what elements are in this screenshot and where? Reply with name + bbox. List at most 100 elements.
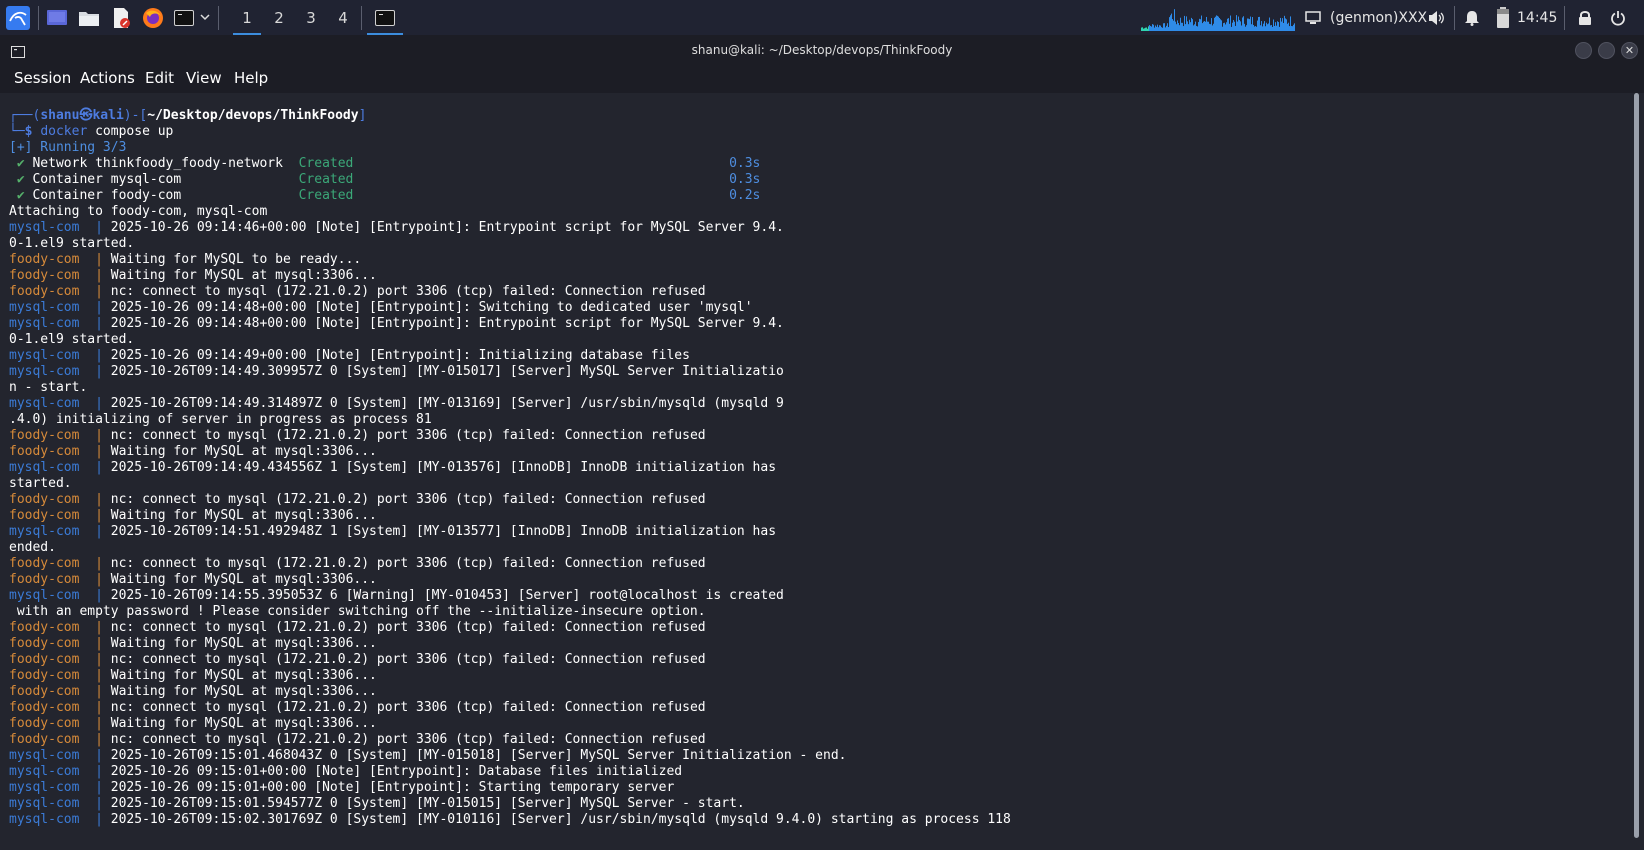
prompt-line-2: └─$ docker compose up xyxy=(9,124,1011,140)
net-activity-bar xyxy=(1264,21,1265,31)
log-separator: | xyxy=(79,652,111,667)
log-message: Waiting for MySQL at mysql:3306... xyxy=(110,636,377,651)
lock-icon[interactable] xyxy=(1578,0,1592,35)
log-message: Waiting for MySQL at mysql:3306... xyxy=(110,268,377,283)
workspace-2[interactable]: 2 xyxy=(265,0,293,35)
net-activity-bar xyxy=(1256,26,1257,31)
log-separator: | xyxy=(79,396,111,411)
net-activity-bar xyxy=(1162,27,1163,31)
log-service: mysql-com xyxy=(9,396,80,411)
net-activity-bar xyxy=(1283,22,1284,31)
menu-help[interactable]: Help xyxy=(234,69,268,87)
log-line: foody-com | Waiting for MySQL to be read… xyxy=(9,252,1011,268)
desktop-icon[interactable] xyxy=(44,4,70,31)
file-manager-icon[interactable] xyxy=(76,4,102,31)
genmon-label[interactable]: (genmon)XXX xyxy=(1330,0,1427,35)
window-titlebar[interactable]: shanu@kali: ~/Desktop/devops/ThinkFoody … xyxy=(0,35,1644,65)
minimize-button[interactable] xyxy=(1575,42,1592,59)
net-activity-bar xyxy=(1232,22,1233,31)
net-activity-bar xyxy=(1234,21,1235,31)
command-args: compose up xyxy=(87,124,174,139)
log-message: nc: connect to mysql (172.21.0.2) port 3… xyxy=(110,620,706,635)
net-activity-bar xyxy=(1211,18,1212,31)
menu-view[interactable]: View xyxy=(186,69,222,87)
log-separator: | xyxy=(79,796,111,811)
log-separator: | xyxy=(79,492,111,507)
terminal-task-icon[interactable] xyxy=(367,0,403,35)
net-activity-bar xyxy=(1252,17,1253,31)
log-separator: | xyxy=(79,780,111,795)
menu-session[interactable]: Session xyxy=(14,69,71,87)
net-activity-bar xyxy=(1228,18,1229,31)
log-separator: | xyxy=(79,252,111,267)
net-activity-bar xyxy=(1155,25,1156,31)
kali-menu-icon[interactable] xyxy=(4,4,32,31)
workspace-label: 4 xyxy=(338,8,348,27)
log-message: nc: connect to mysql (172.21.0.2) port 3… xyxy=(110,428,706,443)
terminal-scrollbar[interactable] xyxy=(1630,93,1644,850)
log-service: mysql-com xyxy=(9,764,80,779)
volume-icon[interactable] xyxy=(1427,0,1445,35)
terminal-output[interactable]: ┌──(shanu㉿kali)-[~/Desktop/devops/ThinkF… xyxy=(0,93,1630,850)
power-icon[interactable] xyxy=(1610,0,1626,35)
notification-bell-icon[interactable] xyxy=(1464,0,1480,35)
scrollbar-thumb[interactable] xyxy=(1634,93,1639,838)
workspace-4[interactable]: 4 xyxy=(329,0,357,35)
net-activity-bar xyxy=(1143,28,1144,31)
net-activity-bar xyxy=(1200,19,1201,31)
clock[interactable]: 14:45 xyxy=(1517,0,1557,35)
display-icon[interactable] xyxy=(1305,0,1321,35)
log-line: foody-com | Waiting for MySQL at mysql:3… xyxy=(9,508,1011,524)
log-separator: | xyxy=(79,748,111,763)
workspace-1[interactable]: 1 xyxy=(233,0,261,35)
log-separator: | xyxy=(79,316,111,331)
workspace-3[interactable]: 3 xyxy=(297,0,325,35)
net-activity-bar xyxy=(1263,23,1264,31)
prompt-dollar: $ xyxy=(24,124,33,139)
log-separator: | xyxy=(79,460,111,475)
prompt-host: kali xyxy=(92,108,124,123)
menu-edit[interactable]: Edit xyxy=(145,69,174,87)
command-name: docker xyxy=(40,124,88,139)
net-activity-bar xyxy=(1285,18,1286,31)
top-panel: 1 2 3 4 (genmon)XXX 14:45 xyxy=(0,0,1644,35)
created-status: Created xyxy=(298,172,354,187)
close-button[interactable]: ✕ xyxy=(1621,42,1638,59)
log-line: foody-com | nc: connect to mysql (172.21… xyxy=(9,556,1011,572)
log-separator: | xyxy=(79,268,111,283)
net-activity-bar xyxy=(1276,25,1277,31)
net-activity-bar xyxy=(1254,26,1255,31)
net-activity-bar xyxy=(1199,18,1200,31)
battery-icon[interactable] xyxy=(1496,0,1510,35)
maximize-button[interactable] xyxy=(1598,42,1615,59)
log-message: Waiting for MySQL to be ready... xyxy=(110,252,362,267)
chevron-down-icon[interactable] xyxy=(198,4,212,31)
net-activity-bar xyxy=(1286,19,1287,31)
log-line: foody-com | nc: connect to mysql (172.21… xyxy=(9,284,1011,300)
menu-actions[interactable]: Actions xyxy=(80,69,135,87)
log-service: foody-com xyxy=(9,284,80,299)
log-line: foody-com | nc: connect to mysql (172.21… xyxy=(9,620,1011,636)
net-activity-bar xyxy=(1273,19,1274,31)
net-activity-bar xyxy=(1209,23,1210,31)
text-editor-icon[interactable] xyxy=(108,4,134,31)
terminal-icon[interactable] xyxy=(172,4,196,31)
log-service: foody-com xyxy=(9,508,80,523)
net-activity-bar xyxy=(1249,19,1250,31)
log-message: 2025-10-26 09:14:48+00:00 [Note] [Entryp… xyxy=(110,300,753,315)
log-service: mysql-com xyxy=(9,460,80,475)
log-separator: | xyxy=(79,348,111,363)
net-activity-bar xyxy=(1280,17,1281,31)
net-activity-bar xyxy=(1291,26,1292,31)
workspace-label: 3 xyxy=(306,8,316,27)
net-activity-bar xyxy=(1188,24,1189,31)
log-line: mysql-com | 2025-10-26T09:15:02.301769Z … xyxy=(9,812,1011,828)
check-icon: ✔ xyxy=(9,188,25,203)
net-activity-bar xyxy=(1282,18,1283,31)
log-line: mysql-com | 2025-10-26T09:14:49.309957Z … xyxy=(9,364,1011,380)
firefox-icon[interactable] xyxy=(140,4,166,31)
net-activity-bar xyxy=(1246,25,1247,31)
net-activity-bar xyxy=(1150,25,1151,31)
net-activity-bar xyxy=(1290,16,1291,31)
net-activity-bar xyxy=(1169,17,1170,31)
